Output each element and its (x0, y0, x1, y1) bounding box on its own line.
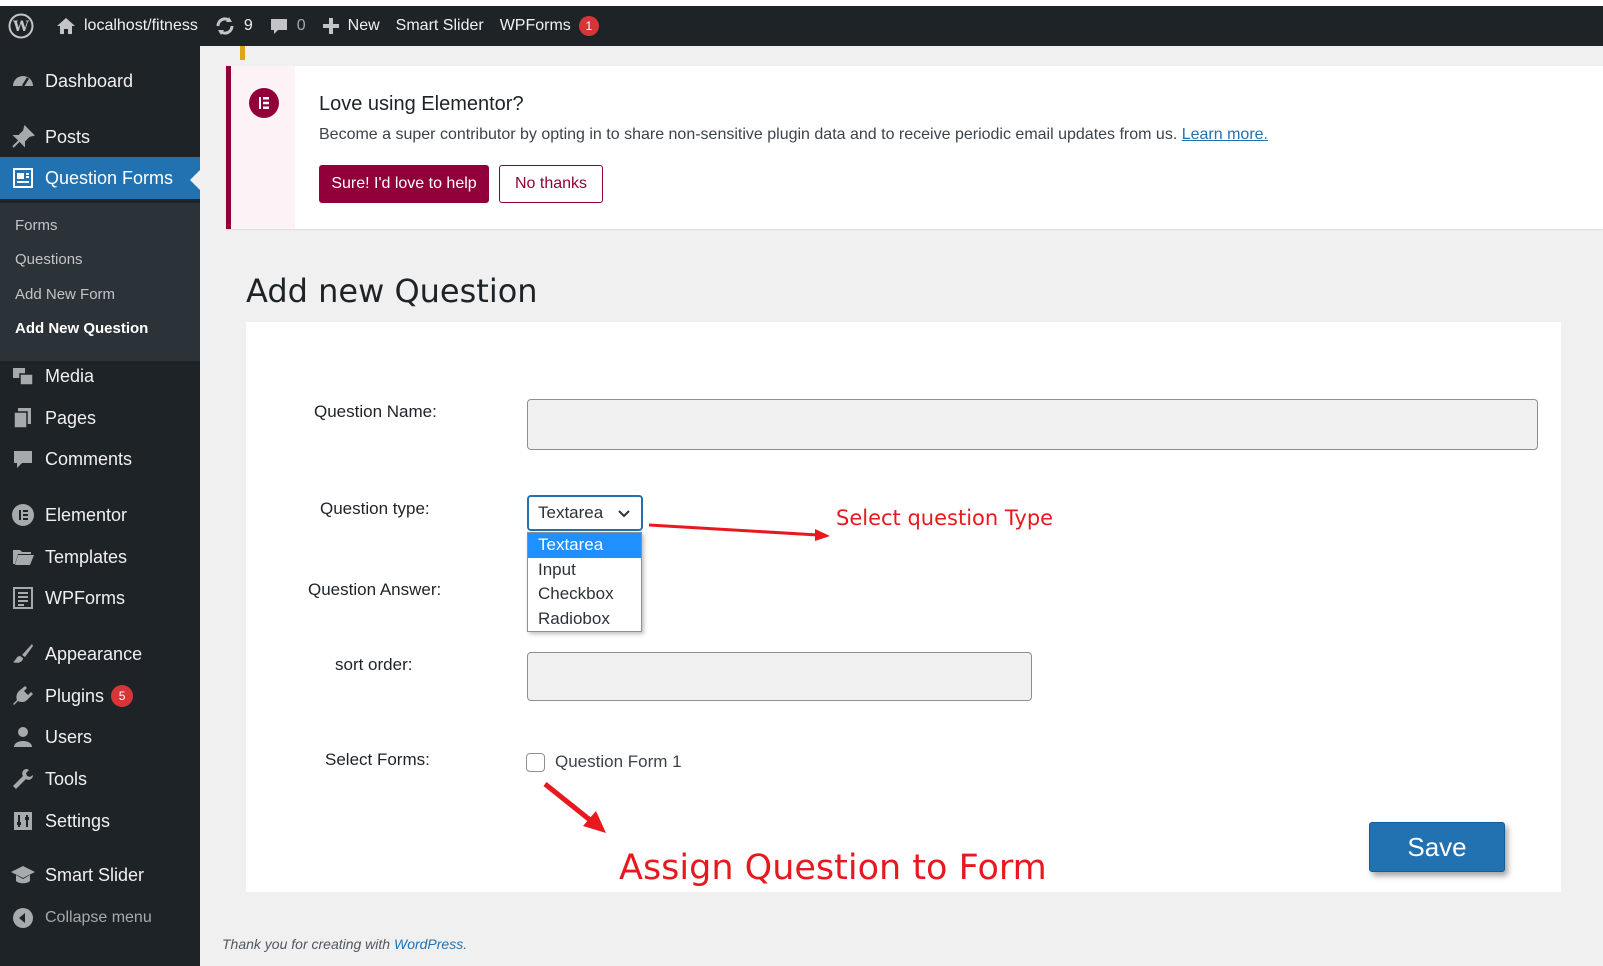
admin-footer: Thank you for creating with WordPress. (222, 936, 467, 952)
wordpress-link[interactable]: WordPress. (394, 936, 467, 952)
footer-text: Thank you for creating with (222, 936, 391, 952)
arrow-to-checkbox (543, 782, 606, 833)
annotation-select-type: Select question Type (836, 506, 1054, 530)
annotation-assign-form: Assign Question to Form (619, 848, 1047, 888)
annotation-arrows (543, 523, 830, 833)
arrow-to-select-type (648, 523, 830, 541)
